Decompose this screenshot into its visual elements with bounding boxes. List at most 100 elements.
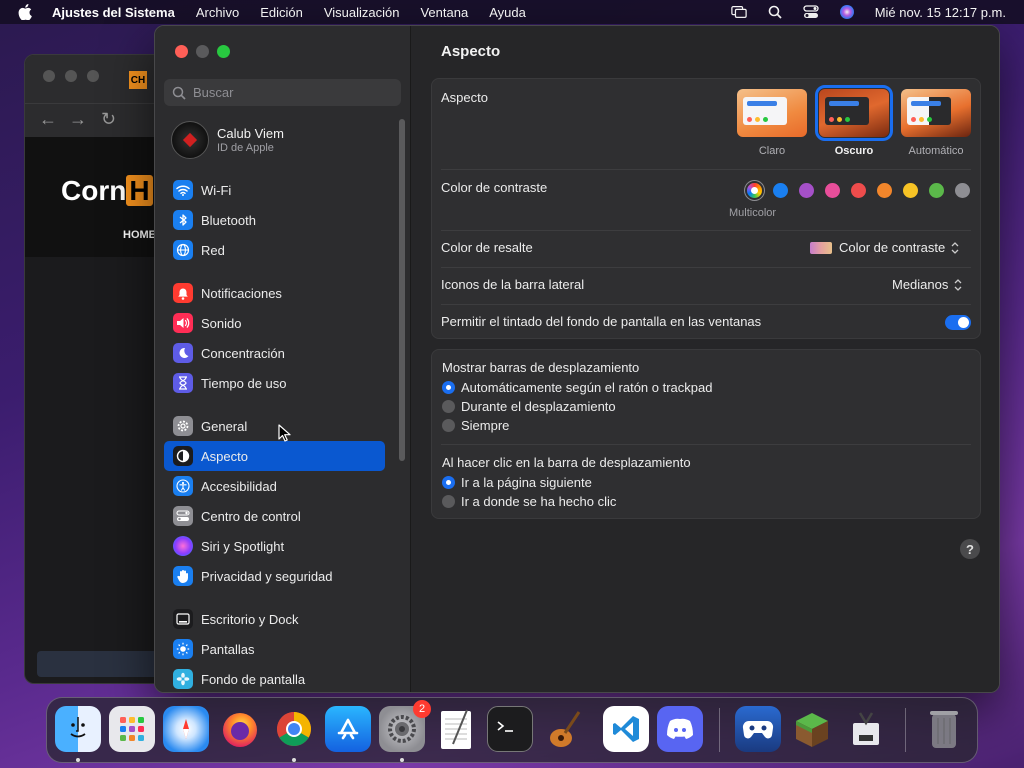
browser-close-button[interactable] — [43, 70, 55, 82]
sidebar-item-general[interactable]: General — [164, 411, 385, 441]
sidebar-item-label: Concentración — [201, 345, 285, 361]
back-arrow-icon[interactable]: ← — [39, 109, 57, 130]
accent-swatch-pink[interactable] — [825, 183, 840, 198]
accent-swatch-red[interactable] — [851, 183, 866, 198]
site-logo[interactable]: Corn H — [61, 175, 153, 207]
appearance-label-auto: Automático — [908, 145, 964, 157]
accent-swatch-green[interactable] — [929, 183, 944, 198]
garageband-icon[interactable] — [541, 706, 587, 752]
discord-icon[interactable] — [657, 706, 703, 752]
sidebar-item-screen-time[interactable]: Tiempo de uso — [164, 368, 385, 398]
accent-color-label: Color de contraste — [441, 180, 548, 195]
browser-minimize-button[interactable] — [65, 70, 77, 82]
sidebar-scrollbar[interactable] — [399, 119, 405, 461]
sidebar-item-displays[interactable]: Pantallas — [164, 634, 385, 664]
appearance-card: Aspecto Claro Oscuro Automático Color de… — [431, 78, 981, 339]
sidebar-item-siri-spotlight[interactable]: Siri y Spotlight — [164, 531, 385, 561]
sidebar-icons-popup[interactable]: Medianos — [892, 277, 963, 292]
terminal-icon[interactable] — [487, 706, 533, 752]
finder-icon[interactable] — [55, 706, 101, 752]
forward-arrow-icon[interactable]: → — [69, 109, 87, 130]
search-field[interactable]: Buscar — [164, 79, 401, 106]
menu-app-name[interactable]: Ajustes del Sistema — [52, 5, 175, 20]
highlight-value: Color de contraste — [839, 240, 946, 255]
site-nav-home[interactable]: HOME — [123, 229, 156, 241]
appearance-option-light[interactable] — [737, 89, 807, 137]
screen-mirroring-icon[interactable] — [730, 4, 747, 20]
apple-id-account[interactable]: Calub Viem ID de Apple — [171, 121, 284, 159]
wifi-icon — [173, 180, 193, 200]
system-settings-icon[interactable]: 2 — [379, 700, 431, 752]
app-store-icon[interactable] — [325, 706, 371, 752]
appearance-option-auto[interactable] — [901, 89, 971, 137]
zoom-button[interactable] — [217, 45, 230, 58]
menu-help[interactable]: Ayuda — [489, 5, 526, 20]
menu-file[interactable]: Archivo — [196, 5, 239, 20]
settings-main-pane: Aspecto Aspecto Claro Oscuro Automático … — [411, 26, 999, 692]
trash-icon[interactable] — [921, 706, 967, 752]
wallpaper-tinting-toggle[interactable] — [945, 315, 971, 330]
menu-clock[interactable]: Mié nov. 15 12:17 p.m. — [875, 5, 1006, 20]
siri-icon[interactable] — [839, 4, 855, 20]
scrollbars-option-always[interactable]: Siempre — [442, 418, 509, 433]
click-option-clicked-spot[interactable]: Ir a donde se ha hecho clic — [442, 494, 616, 509]
minecraft-icon[interactable] — [789, 706, 835, 752]
accent-swatch-blue[interactable] — [773, 183, 788, 198]
sidebar-item-focus[interactable]: Concentración — [164, 338, 385, 368]
accent-swatch-graphite[interactable] — [955, 183, 970, 198]
accent-swatch-purple[interactable] — [799, 183, 814, 198]
sidebar-item-label: Centro de control — [201, 508, 301, 524]
running-indicator — [76, 758, 80, 762]
sidebar-item-appearance[interactable]: Aspecto — [164, 441, 385, 471]
textedit-icon[interactable] — [433, 706, 479, 752]
menu-window[interactable]: Ventana — [420, 5, 468, 20]
click-option-next-page[interactable]: Ir a la página siguiente — [442, 475, 592, 490]
hand-icon — [173, 566, 193, 586]
firefox-icon[interactable] — [217, 706, 263, 752]
menu-view[interactable]: Visualización — [324, 5, 400, 20]
sidebar-item-accessibility[interactable]: Accesibilidad — [164, 471, 385, 501]
accent-swatch-multicolor[interactable] — [747, 183, 762, 198]
sidebar-item-label: General — [201, 418, 248, 434]
siri-icon — [173, 536, 193, 556]
highlight-swatch — [810, 241, 832, 254]
scrollbars-option-scrolling[interactable]: Durante el desplazamiento — [442, 399, 616, 414]
installer-icon[interactable] — [843, 706, 889, 752]
sidebar-item-wallpaper[interactable]: Fondo de pantalla — [164, 664, 385, 692]
minimize-button[interactable] — [196, 45, 209, 58]
menu-edit[interactable]: Edición — [260, 5, 303, 20]
accent-swatch-yellow[interactable] — [903, 183, 918, 198]
dock-icon — [173, 609, 193, 629]
scrollbars-option-auto[interactable]: Automáticamente según el ratón o trackpa… — [442, 380, 712, 395]
help-button[interactable]: ? — [960, 539, 980, 559]
chrome-icon[interactable] — [271, 706, 317, 752]
launchpad-icon[interactable] — [109, 706, 155, 752]
dock-separator — [719, 708, 720, 752]
radio-unselected — [442, 495, 455, 508]
close-button[interactable] — [175, 45, 188, 58]
sidebar-item-sound[interactable]: Sonido — [164, 308, 385, 338]
reload-icon[interactable]: ↻ — [101, 109, 116, 130]
radio-selected — [442, 476, 455, 489]
highlight-color-popup[interactable]: Color de contraste — [810, 240, 960, 255]
sidebar-item-desktop-dock[interactable]: Escritorio y Dock — [164, 604, 385, 634]
appearance-option-dark[interactable] — [815, 85, 893, 141]
safari-icon[interactable] — [163, 706, 209, 752]
globe-icon — [173, 240, 193, 260]
sidebar-item-bluetooth[interactable]: Bluetooth — [164, 205, 385, 235]
spotlight-search-icon[interactable] — [767, 4, 783, 20]
sidebar-item-network[interactable]: Red — [164, 235, 385, 265]
browser-zoom-button[interactable] — [87, 70, 99, 82]
sidebar-item-control-center[interactable]: Centro de control — [164, 501, 385, 531]
accent-swatch-orange[interactable] — [877, 183, 892, 198]
sidebar-item-wifi[interactable]: Wi-Fi — [164, 175, 385, 205]
search-placeholder: Buscar — [193, 85, 234, 100]
sidebar-item-notifications[interactable]: Notificaciones — [164, 278, 385, 308]
running-indicator — [400, 758, 404, 762]
game-controller-icon[interactable] — [735, 706, 781, 752]
sidebar-item-label: Bluetooth — [201, 212, 256, 228]
sidebar-item-privacy-security[interactable]: Privacidad y seguridad — [164, 561, 385, 591]
vscode-icon[interactable] — [603, 706, 649, 752]
control-center-icon[interactable] — [803, 4, 819, 20]
apple-menu-icon[interactable] — [18, 4, 36, 20]
